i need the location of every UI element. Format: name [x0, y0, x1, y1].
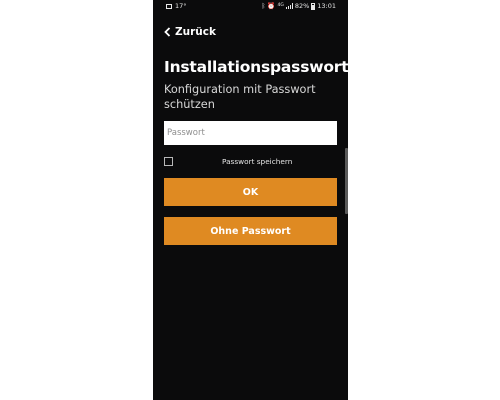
scroll-indicator	[345, 148, 348, 214]
alarm-icon: ⏰	[267, 2, 276, 10]
back-label: Zurück	[175, 26, 216, 38]
save-password-checkbox[interactable]	[164, 157, 173, 166]
status-left: 17°	[166, 2, 187, 10]
status-right: ᛒ ⏰ 4G 82% 13:01	[261, 2, 336, 10]
ok-button[interactable]: OK	[164, 178, 337, 206]
back-button[interactable]: Zurück	[164, 26, 216, 38]
gallery-icon	[166, 3, 172, 9]
temperature-text: 17°	[175, 2, 187, 10]
page-subtitle: Konfiguration mit Passwort schützen	[164, 83, 316, 111]
clock-time: 13:01	[317, 2, 336, 10]
save-password-label: Passwort speichern	[222, 157, 293, 166]
status-bar: 17° ᛒ ⏰ 4G 82% 13:01	[153, 0, 348, 12]
password-input[interactable]	[164, 121, 337, 145]
page-title: Installationspasswort	[164, 58, 349, 76]
no-password-button[interactable]: Ohne Passwort	[164, 217, 337, 245]
battery-icon	[311, 2, 316, 10]
battery-percent: 82%	[294, 2, 310, 10]
bluetooth-icon: ᛒ	[261, 2, 266, 10]
network-icon: 4G	[277, 3, 284, 8]
chevron-left-icon	[164, 27, 171, 37]
signal-icon	[285, 3, 293, 9]
